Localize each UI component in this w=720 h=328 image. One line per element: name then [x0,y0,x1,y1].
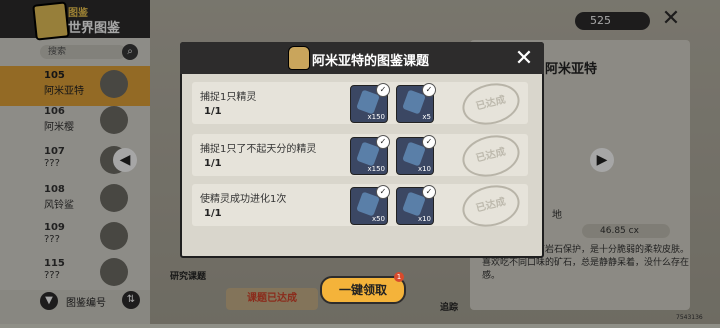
reward-qty: x50 [371,215,385,223]
reward-qty: x10 [417,165,431,173]
completed-stamp: 已达成 [458,179,524,233]
check-icon: ✓ [422,83,436,97]
reward-item[interactable]: x150 ✓ [350,83,390,123]
reward-qty: x150 [367,165,385,173]
task-row: 捕捉1只了不起天分的精灵 1/1 x150 ✓ x10 ✓ 已达成 [192,129,528,183]
check-icon: ✓ [376,83,390,97]
task-name: 捕捉1只了不起天分的精灵 [200,144,317,155]
check-icon: ✓ [422,185,436,199]
reward-qty: x10 [417,215,431,223]
reward-item[interactable]: x50 ✓ [350,185,390,225]
task-name: 捕捉1只精灵 [200,92,257,103]
task-progress: 1/1 [204,208,222,219]
task-row: 使精灵成功进化1次 1/1 x50 ✓ x10 ✓ 已达成 [192,179,528,233]
reward-qty: x150 [367,113,385,121]
check-icon: ✓ [376,135,390,149]
completed-stamp: 已达成 [458,129,524,183]
claim-all-button[interactable]: 一键领取 [320,276,406,304]
reward-item[interactable]: x150 ✓ [350,135,390,175]
reward-item[interactable]: x10 ✓ [396,135,436,175]
reward-item[interactable]: x5 ✓ [396,83,436,123]
task-row: 捕捉1只精灵 1/1 x150 ✓ x5 ✓ 已达成 [192,77,528,131]
task-progress: 1/1 [204,106,222,117]
notification-badge: 1 [394,272,404,282]
completed-stamp: 已达成 [458,77,524,131]
reward-qty: x5 [422,113,431,121]
close-icon[interactable]: ✕ [512,47,536,71]
monster-icon [288,46,310,70]
task-name: 使精灵成功进化1次 [200,194,287,205]
reward-item[interactable]: x10 ✓ [396,185,436,225]
task-progress: 1/1 [204,158,222,169]
modal-title: 阿米亚特的图鉴课题 [312,54,430,69]
check-icon: ✓ [422,135,436,149]
check-icon: ✓ [376,185,390,199]
